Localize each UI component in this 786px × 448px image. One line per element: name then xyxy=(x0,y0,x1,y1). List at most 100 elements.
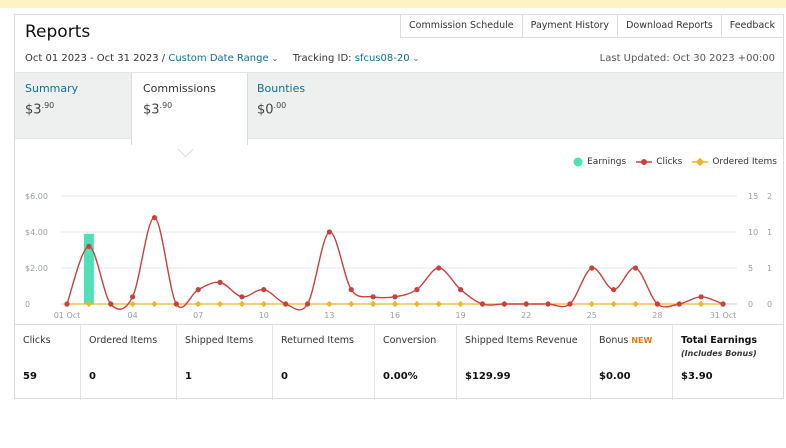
clicks-point xyxy=(698,294,704,300)
ordered-items-point xyxy=(260,300,267,308)
clicks-point xyxy=(392,294,398,300)
y-right-tick-label: 0 xyxy=(748,300,753,309)
notification-banner xyxy=(0,0,786,8)
ordered-items-point xyxy=(326,300,333,308)
stat-returned-items: Returned Items 0 xyxy=(273,325,375,400)
earnings-legend-marker xyxy=(573,157,583,167)
y-right2-tick-label: 1 xyxy=(767,228,772,237)
reports-panel: Reports Commission Schedule Payment Hist… xyxy=(14,14,784,400)
clicks-point xyxy=(151,215,158,221)
chart-legend: Earnings Clicks Ordered Items xyxy=(573,157,777,167)
clicks-point xyxy=(676,301,682,307)
clicks-point xyxy=(545,301,551,307)
stat-total-earnings: Total Earnings (Includes Bonus) $3.90 xyxy=(673,325,783,400)
payment-history-link[interactable]: Payment History xyxy=(522,14,619,38)
legend-ordered-items[interactable]: Ordered Items xyxy=(692,157,777,167)
tab-summary[interactable]: Summary $3.90 xyxy=(15,73,131,138)
ordered-items-point xyxy=(610,300,617,308)
tab-bounties[interactable]: Bounties $0.00 xyxy=(247,73,357,138)
legend-clicks[interactable]: Clicks xyxy=(636,157,682,167)
legend-earnings-label: Earnings xyxy=(587,157,627,167)
tab-commissions[interactable]: Commissions $3.90 xyxy=(131,73,248,145)
ordered-items-point xyxy=(632,300,639,308)
clicks-point xyxy=(326,229,332,235)
report-filters: Oct 01 2023 - Oct 31 2023 / Custom Date … xyxy=(25,53,419,64)
clicks-point xyxy=(195,287,201,293)
stat-clicks: Clicks 59 xyxy=(15,325,81,400)
ordered-items-point xyxy=(413,300,420,308)
chart-canvas: 0 0 0 $2.00 5 1 $4.00 10 1 $6.00 15 2 01 Oct 04 07 10 13… xyxy=(25,192,772,320)
ordered-items-point xyxy=(238,300,246,308)
y-right-tick-label: 5 xyxy=(748,264,753,273)
y-right2-tick-label: 0 xyxy=(767,300,772,309)
clicks-point xyxy=(501,301,507,307)
clicks-point xyxy=(523,301,529,307)
earnings-chart: Earnings Clicks Ordered Items 0 0 0 $2.00 5 1… xyxy=(15,155,783,325)
tracking-id-dropdown[interactable]: sfcus08-20 ⌄ xyxy=(355,53,420,64)
stat-returned-items-label: Returned Items xyxy=(281,335,354,346)
x-tick-label: 01 Oct xyxy=(54,311,81,320)
clicks-point xyxy=(436,265,442,271)
stat-conversion-value: 0.00% xyxy=(383,371,418,382)
filter-separator: / xyxy=(161,53,166,64)
clicks-point xyxy=(720,301,726,307)
download-reports-link[interactable]: Download Reports xyxy=(618,14,722,38)
last-updated-text: Last Updated: Oct 30 2023 +00:00 xyxy=(599,53,775,64)
clicks-point xyxy=(283,301,289,307)
ordered-items-point xyxy=(391,300,399,308)
ordered-items-point xyxy=(435,300,442,308)
clicks-point xyxy=(64,301,70,307)
commission-schedule-link[interactable]: Commission Schedule xyxy=(400,14,523,38)
stat-ordered-items: Ordered Items 0 xyxy=(81,325,177,400)
ordered-items-point xyxy=(151,300,158,308)
tab-bounties-value: $0.00 xyxy=(257,101,287,118)
stat-conversion: Conversion 0.00% xyxy=(375,325,457,400)
x-tick-label: 22 xyxy=(521,311,531,320)
x-tick-label: 31 Oct xyxy=(710,311,737,320)
custom-date-range-dropdown[interactable]: Custom Date Range ⌄ xyxy=(168,53,278,64)
feedback-link[interactable]: Feedback xyxy=(721,14,784,38)
x-tick-label: 25 xyxy=(587,311,597,320)
stat-bonus-label: Bonus NEW xyxy=(599,335,653,346)
stat-clicks-value: 59 xyxy=(23,371,37,382)
x-tick-label: 13 xyxy=(324,311,334,320)
stat-shipped-revenue-value: $129.99 xyxy=(465,371,511,382)
stat-total-earnings-value: $3.90 xyxy=(681,371,713,382)
clicks-point xyxy=(261,287,267,293)
clicks-point xyxy=(458,287,464,293)
ordered-items-point xyxy=(370,300,377,308)
x-tick-label: 19 xyxy=(456,311,466,320)
ordered-items-point xyxy=(457,300,464,308)
stat-total-earnings-label: Total Earnings xyxy=(681,335,758,346)
stat-shipped-items: Shipped Items 1 xyxy=(177,325,273,400)
ordered-items-point xyxy=(588,300,595,308)
tab-bounties-label: Bounties xyxy=(257,82,306,95)
y-right2-tick-label: 2 xyxy=(767,192,772,201)
y-right-tick-label: 10 xyxy=(748,228,758,237)
x-tick-label: 07 xyxy=(193,311,203,320)
clicks-point xyxy=(654,301,661,307)
x-tick-label: 16 xyxy=(390,311,400,320)
report-links: Commission Schedule Payment History Down… xyxy=(400,14,784,38)
stat-total-earnings-sublabel: (Includes Bonus) xyxy=(681,349,757,358)
stat-conversion-label: Conversion xyxy=(383,335,437,346)
stat-ordered-items-label: Ordered Items xyxy=(89,335,158,346)
stat-shipped-revenue: Shipped Items Revenue $129.99 xyxy=(457,325,591,400)
x-tick-label: 04 xyxy=(128,311,138,320)
clicks-point xyxy=(589,265,595,271)
legend-ordered-items-label: Ordered Items xyxy=(712,157,777,167)
y-left-tick-label: 0 xyxy=(25,300,30,309)
clicks-legend-marker xyxy=(636,159,653,165)
clicks-point xyxy=(86,243,92,249)
x-tick-label: 10 xyxy=(259,311,269,320)
tab-commissions-label: Commissions xyxy=(143,82,216,95)
clicks-point xyxy=(632,265,639,271)
stat-bonus-value: $0.00 xyxy=(599,371,631,382)
clicks-point xyxy=(108,301,114,307)
chevron-down-icon: ⌄ xyxy=(271,54,279,63)
legend-earnings[interactable]: Earnings xyxy=(573,157,626,167)
summary-stats: Clicks 59 Ordered Items 0 Shipped Items … xyxy=(15,324,783,400)
stat-shipped-items-label: Shipped Items xyxy=(185,335,254,346)
report-tabs: Summary $3.90 Commissions $3.90 Bounties… xyxy=(15,72,783,145)
page-title: Reports xyxy=(25,22,91,42)
